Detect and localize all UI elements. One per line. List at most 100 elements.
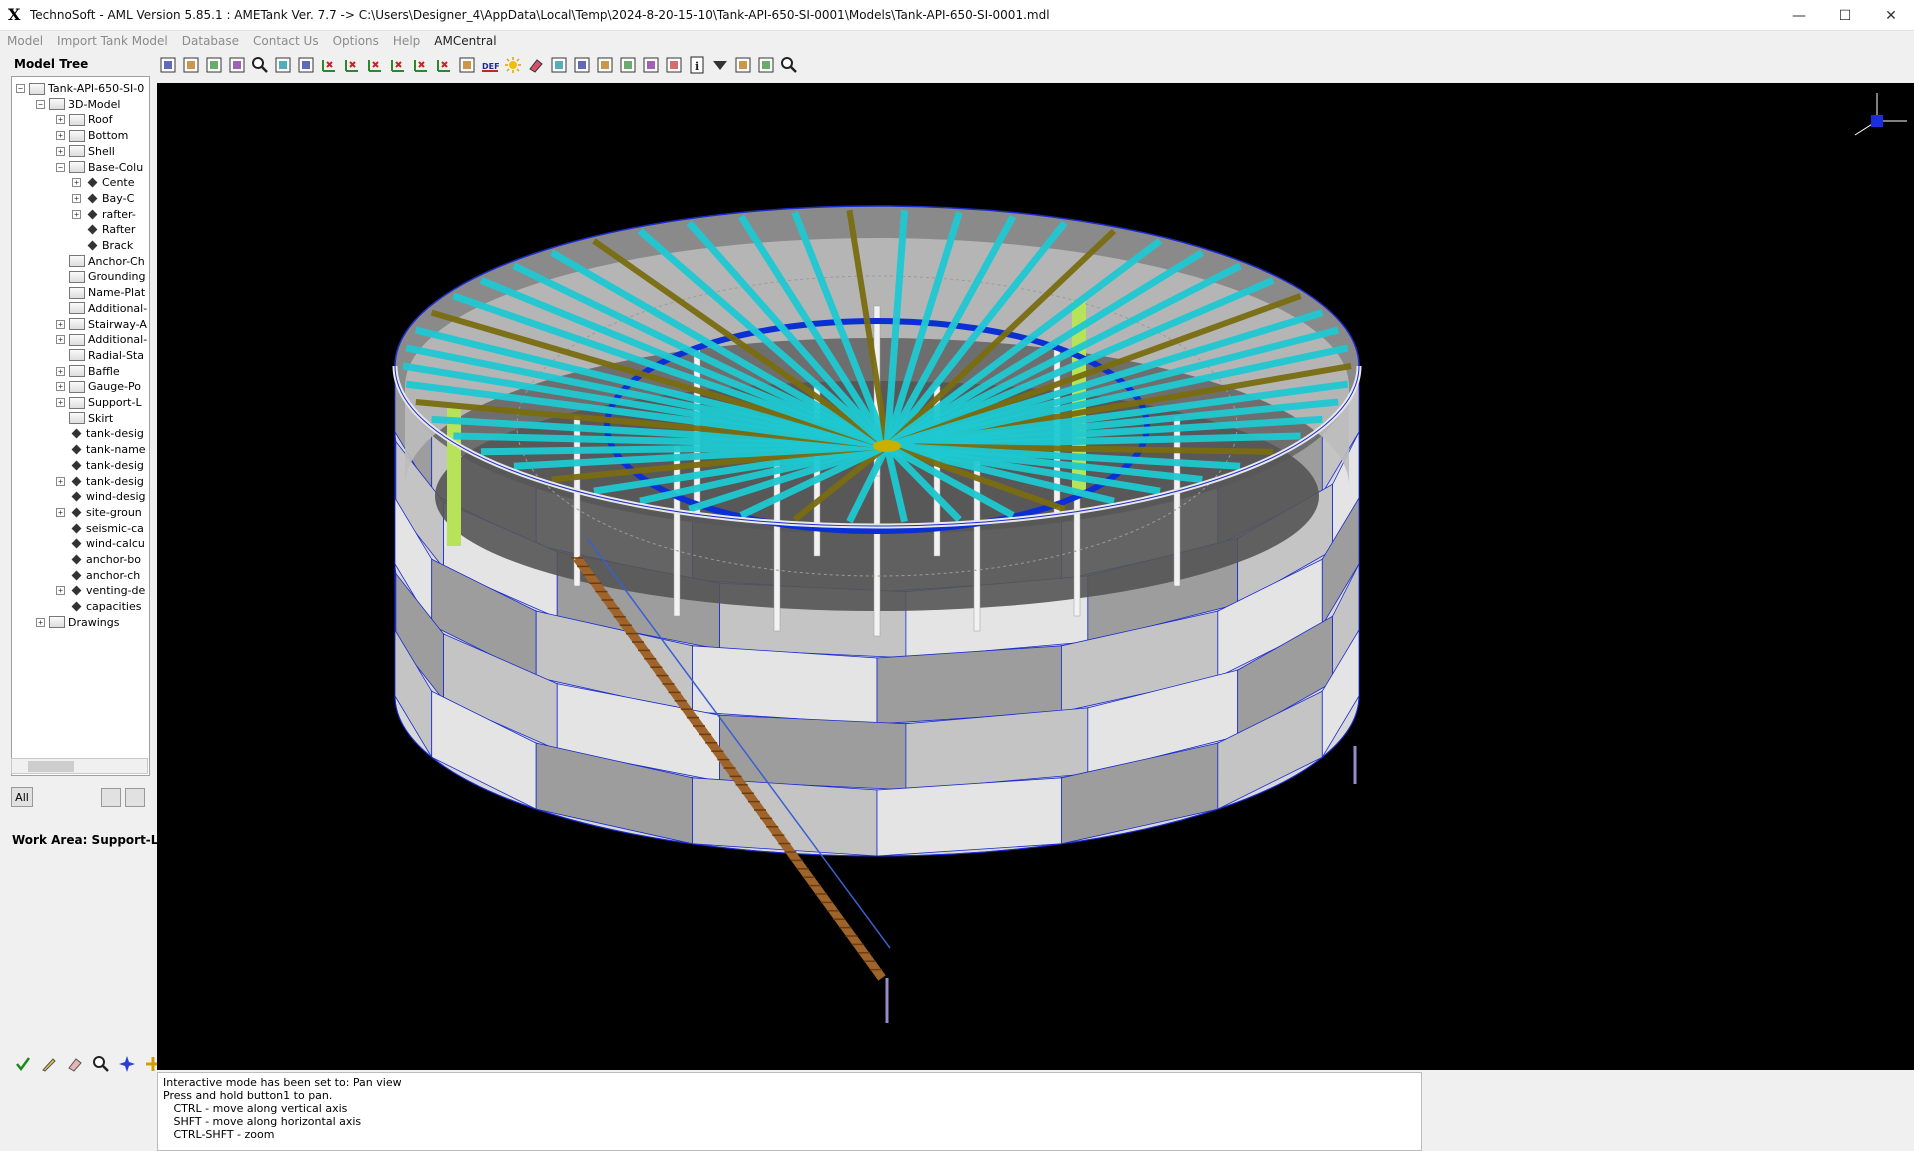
center-icon[interactable] <box>226 54 248 76</box>
tree-node[interactable]: + Roof <box>56 112 112 127</box>
view-z-icon[interactable] <box>364 54 386 76</box>
menu-contact-us[interactable]: Contact Us <box>246 34 326 48</box>
wire-icon[interactable] <box>617 54 639 76</box>
tree-node[interactable]: Rafter <box>72 222 135 237</box>
rotate-alt-icon[interactable] <box>203 54 225 76</box>
tree-node[interactable]: tank-name <box>56 442 146 457</box>
inspect-icon[interactable] <box>778 54 800 76</box>
tree-node[interactable]: + Bottom <box>56 128 128 143</box>
fit-icon[interactable] <box>295 54 317 76</box>
tree-node[interactable]: anchor-ch <box>56 568 140 583</box>
menu-amcentral[interactable]: AMCentral <box>427 34 503 48</box>
expand-icon[interactable]: + <box>72 209 81 219</box>
expand-icon[interactable]: + <box>56 366 65 376</box>
minimize-button[interactable]: — <box>1776 0 1822 31</box>
tree-node[interactable]: + site-groun <box>56 505 142 520</box>
expand-icon[interactable]: + <box>56 586 65 596</box>
tree-node[interactable]: + Baffle <box>56 364 120 379</box>
collapse-icon[interactable]: − <box>36 99 45 109</box>
expand-icon[interactable]: + <box>56 335 65 345</box>
zoom-icon[interactable] <box>90 1053 112 1075</box>
menu-help[interactable]: Help <box>386 34 427 48</box>
pan-icon[interactable] <box>157 54 179 76</box>
check-icon[interactable] <box>12 1053 34 1075</box>
expand-icon[interactable]: + <box>56 507 65 517</box>
menu-database[interactable]: Database <box>175 34 246 48</box>
expand-icon[interactable]: + <box>56 398 65 407</box>
tree-node[interactable]: + Stairway-A <box>56 317 147 332</box>
menu-import-tank-model[interactable]: Import Tank Model <box>50 34 175 48</box>
tree-node[interactable]: tank-desig <box>56 426 144 441</box>
tree-node[interactable]: Grounding <box>56 269 145 284</box>
tree-node[interactable]: + tank-desig <box>56 474 144 489</box>
tree-node[interactable]: + Shell <box>56 144 115 159</box>
expand-icon[interactable]: + <box>56 319 65 329</box>
tree-node[interactable]: + Drawings <box>36 615 119 630</box>
tree-node[interactable]: seismic-ca <box>56 521 144 536</box>
zoom-window-icon[interactable] <box>272 54 294 76</box>
view-zx-icon[interactable] <box>433 54 455 76</box>
tree-node[interactable]: wind-desig <box>56 489 146 504</box>
copy-icon[interactable] <box>571 54 593 76</box>
tree-view-icon[interactable] <box>101 788 121 807</box>
zoom-icon[interactable] <box>249 54 271 76</box>
group-icon[interactable] <box>732 54 754 76</box>
pencil-icon[interactable] <box>38 1053 60 1075</box>
tree-node[interactable]: − 3D-Model <box>36 97 120 112</box>
view-x-icon[interactable] <box>318 54 340 76</box>
tree-node[interactable]: Radial-Sta <box>56 348 144 363</box>
tree-node[interactable]: Name-Plat <box>56 285 145 300</box>
light-icon[interactable] <box>502 54 524 76</box>
collapse-icon[interactable]: − <box>16 84 25 93</box>
filter-icon[interactable] <box>709 54 731 76</box>
tree-node[interactable]: + Cente <box>72 175 135 190</box>
tree-node[interactable]: + venting-de <box>56 583 145 598</box>
menu-options[interactable]: Options <box>326 34 386 48</box>
tree-node[interactable]: + Support-L <box>56 395 142 410</box>
tree-horizontal-scrollbar[interactable] <box>11 758 148 774</box>
tree-zoom-icon[interactable] <box>125 788 145 807</box>
tree-node[interactable]: + Bay-C <box>72 191 134 206</box>
tree-node[interactable]: anchor-bo <box>56 552 141 567</box>
3d-viewport[interactable] <box>157 83 1914 1070</box>
tree-node[interactable]: + Additional- <box>56 332 147 347</box>
expand-icon[interactable]: + <box>56 382 65 392</box>
expand-icon[interactable]: + <box>56 115 65 125</box>
tree-node[interactable]: + rafter- <box>72 207 136 222</box>
all-button[interactable]: All <box>11 787 33 807</box>
tree-node[interactable]: − Tank-API-650-SI-0 <box>16 81 144 96</box>
expand-icon[interactable]: + <box>56 146 65 156</box>
tree-node[interactable]: tank-desig <box>56 458 144 473</box>
expand-icon[interactable]: + <box>72 178 81 188</box>
view-y-icon[interactable] <box>341 54 363 76</box>
view-xy-icon[interactable] <box>387 54 409 76</box>
edit-icon[interactable] <box>755 54 777 76</box>
eraser-icon[interactable] <box>64 1053 86 1075</box>
erase-icon[interactable] <box>525 54 547 76</box>
snap-icon[interactable] <box>116 1053 138 1075</box>
info-icon[interactable]: i <box>686 54 708 76</box>
scrollbar-thumb[interactable] <box>28 761 74 772</box>
tree-node[interactable]: capacities <box>56 599 141 614</box>
pick-icon[interactable] <box>548 54 570 76</box>
view-yz-icon[interactable] <box>410 54 432 76</box>
tree-node[interactable]: wind-calcu <box>56 536 145 551</box>
tree-node[interactable]: Additional- <box>56 301 147 316</box>
maximize-button[interactable]: ☐ <box>1822 0 1868 31</box>
def-icon[interactable]: DEF <box>479 54 501 76</box>
rotate-icon[interactable] <box>180 54 202 76</box>
collapse-icon[interactable]: − <box>56 162 65 172</box>
axes-icon[interactable] <box>456 54 478 76</box>
tree-node[interactable]: Brack <box>72 238 133 253</box>
expand-icon[interactable]: + <box>36 617 45 627</box>
close-button[interactable]: ✕ <box>1868 0 1914 31</box>
tree-node[interactable]: Anchor-Ch <box>56 254 145 269</box>
tree-node[interactable]: + Gauge-Po <box>56 379 141 394</box>
shade-icon[interactable] <box>640 54 662 76</box>
tree-node[interactable]: Skirt <box>56 411 113 426</box>
model-tree[interactable]: − Tank-API-650-SI-0−3D-Model + Roof + Bottom +… <box>11 76 150 776</box>
menu-model[interactable]: Model <box>0 34 50 48</box>
expand-icon[interactable]: + <box>56 476 65 486</box>
expand-icon[interactable]: + <box>72 193 81 203</box>
refresh-icon[interactable] <box>663 54 685 76</box>
